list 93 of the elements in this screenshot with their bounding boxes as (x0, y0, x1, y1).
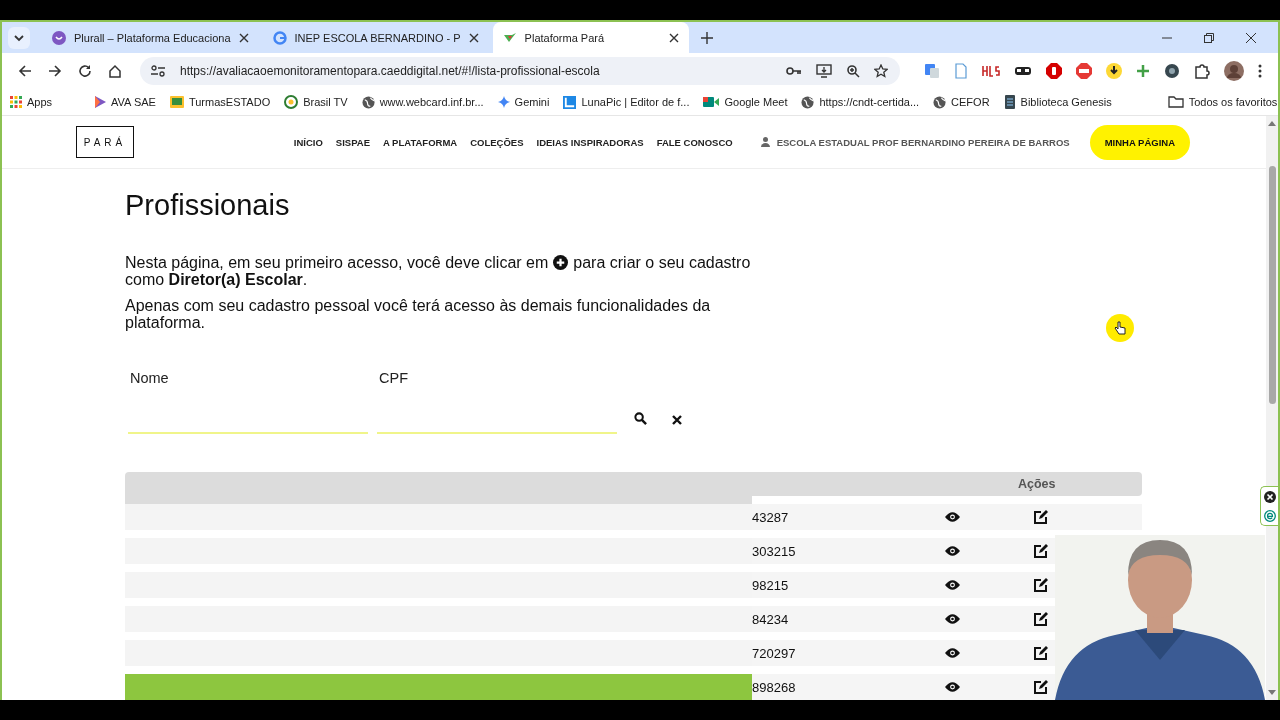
browser-tab[interactable]: Plataforma Pará (492, 22, 689, 53)
table-cell-text: 98215 (752, 577, 790, 593)
intro-text: como Diretor(a) Escolar. (125, 271, 308, 288)
eye-icon[interactable] (945, 682, 960, 692)
address-bar[interactable]: https://avaliacaoemonitoramentopara.caeddigital.net/#!/lista-profissional-escola (140, 57, 900, 85)
clear-icon[interactable] (672, 415, 682, 425)
table-cell-text: 898268 (752, 679, 797, 695)
eye-icon[interactable] (945, 512, 960, 522)
nav-link[interactable]: FALE CONOSCO (656, 136, 733, 148)
bookmark[interactable]: www.webcard.inf.br... (361, 95, 484, 109)
field-label: Nome (129, 370, 170, 386)
column-header: Ações (1018, 477, 1056, 491)
nav-link[interactable]: SISPAE (335, 136, 370, 148)
bookmark[interactable]: Brasil TV (284, 95, 348, 109)
browser-tab[interactable]: Plurall – Plataforma Educaciona (42, 22, 259, 53)
zoom-icon[interactable] (846, 64, 860, 78)
table-cell-text: 720297 (752, 645, 797, 661)
eye-icon[interactable] (945, 546, 960, 556)
edit-icon[interactable] (1034, 544, 1048, 558)
user-icon (760, 137, 770, 147)
nav-link[interactable]: COLEÇÕES (470, 136, 524, 148)
sparkle-icon (497, 96, 510, 108)
page-title: Profissionais (125, 189, 291, 222)
reload-icon[interactable] (78, 64, 92, 78)
globe-icon (933, 95, 947, 109)
plus-circle-icon (553, 255, 569, 270)
globe-icon (801, 95, 815, 109)
bookmark[interactable]: AVA SAE (94, 96, 156, 108)
stop-hand-icon[interactable] (1046, 63, 1062, 79)
bookmark[interactable]: Apps (10, 96, 53, 108)
intro-text: para criar o seu cadastro (573, 254, 751, 271)
site-logo[interactable]: PARÁ (76, 126, 134, 158)
edit-icon[interactable] (1034, 680, 1048, 694)
edit-icon[interactable] (1034, 510, 1048, 524)
puzzle-icon[interactable] (1194, 63, 1210, 79)
bookmark-folder[interactable]: Todos os favoritos (1167, 96, 1278, 108)
apps-icon (10, 96, 22, 108)
intro-text: Nesta página, em seu primeiro acesso, você deve clicar em (125, 254, 549, 271)
mask-icon[interactable] (1014, 65, 1032, 77)
close-icon[interactable] (1246, 32, 1256, 43)
star-icon[interactable] (874, 64, 888, 78)
bookmark[interactable]: Gemini (497, 96, 550, 108)
scrollbar-thumb[interactable] (1268, 166, 1276, 404)
new-tab-icon[interactable] (700, 31, 713, 44)
browser-tab[interactable]: INEP ESCOLA BERNARDINO - P (262, 22, 489, 53)
bookmark[interactable]: https://cndt-certida... (801, 95, 920, 109)
scroll-down-icon[interactable] (1268, 690, 1276, 696)
key-icon[interactable] (786, 65, 802, 77)
bookmark[interactable]: TurmasESTADO (169, 96, 271, 108)
plus-icon[interactable] (1136, 64, 1150, 78)
edit-icon[interactable] (1034, 646, 1048, 660)
close-icon[interactable] (238, 32, 249, 43)
download-icon[interactable] (1106, 63, 1122, 79)
restore-icon[interactable] (1204, 32, 1214, 43)
edit-icon[interactable] (1034, 578, 1048, 592)
back-icon[interactable] (18, 64, 32, 78)
globe-icon (361, 95, 375, 109)
avatar-icon[interactable] (1224, 61, 1244, 81)
install-icon[interactable] (816, 64, 832, 78)
menu-icon[interactable] (1258, 64, 1262, 78)
play-icon (94, 96, 107, 108)
eye-icon[interactable] (945, 614, 960, 624)
eye-icon[interactable] (945, 580, 960, 590)
nav-link[interactable]: IDEIAS INSPIRADORAS (536, 136, 644, 148)
eye-icon[interactable] (945, 648, 960, 658)
note-text: Apenas com seu cadastro pessoal você terá acesso às demais funcionalidades da plataforma. (125, 297, 712, 331)
site-settings-icon[interactable] (150, 64, 166, 78)
table-cell-text: 84234 (752, 611, 790, 627)
close-icon[interactable] (468, 32, 479, 43)
folder-icon (1167, 96, 1184, 108)
my-page-button[interactable]: MINHA PÁGINA (1089, 124, 1190, 160)
tab-search-button[interactable] (8, 26, 30, 49)
table-cell-text: 43287 (752, 509, 790, 525)
field-label: CPF (378, 370, 409, 386)
bookmark[interactable]: CEFOR (933, 95, 990, 109)
school-name[interactable]: ESCOLA ESTADUAL PROF BERNARDINO PEREIRA DE BARROS (776, 136, 1070, 148)
video-camera-icon (703, 96, 720, 108)
search-icon[interactable] (634, 412, 647, 425)
close-icon[interactable] (1263, 490, 1276, 503)
url-text: https://avaliacaoemonitoramentopara.caeddigital.net/#!/lista-profissional-escola (180, 64, 600, 78)
bookmark[interactable]: Google Meet (703, 96, 788, 108)
e-icon[interactable] (1263, 509, 1276, 522)
bookmark[interactable]: Biblioteca Genesis (1003, 95, 1112, 109)
forward-icon[interactable] (48, 64, 62, 78)
edit-icon[interactable] (1034, 612, 1048, 626)
scroll-up-icon[interactable] (1268, 120, 1276, 126)
hand-cursor-icon (1114, 321, 1126, 335)
table-cell-text: 303215 (752, 543, 797, 559)
bookmark[interactable]: LunaPic | Editor de f... (563, 95, 690, 109)
nav-link[interactable]: INÍCIO (293, 136, 323, 148)
close-icon[interactable] (668, 32, 679, 43)
home-icon[interactable] (108, 64, 122, 78)
nav-link[interactable]: A PLATAFORMA (382, 136, 458, 148)
